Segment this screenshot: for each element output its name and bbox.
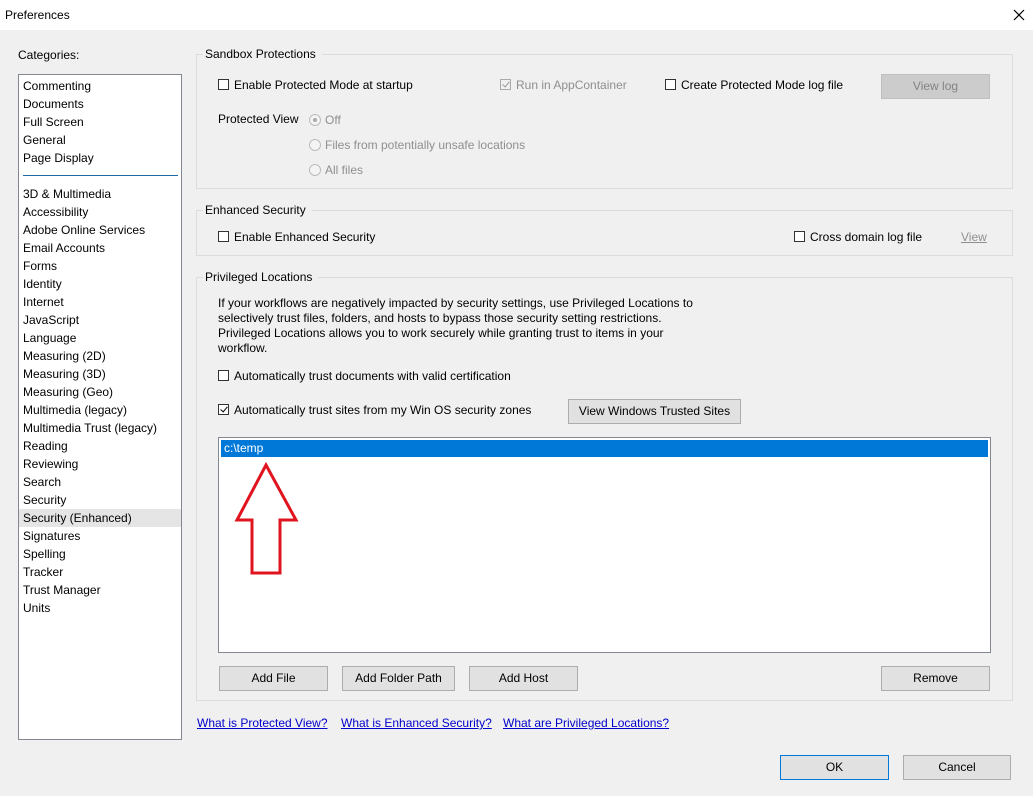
category-item[interactable]: Search [23,473,61,491]
red-arrow-annotation [234,462,299,575]
protected-mode-label[interactable]: Enable Protected Mode at startup [234,78,413,92]
category-item[interactable]: General [23,131,66,149]
category-item[interactable]: 3D & Multimedia [23,185,111,203]
category-item[interactable]: Signatures [23,527,80,545]
enhanced-security-checkbox[interactable] [218,231,229,242]
cross-domain-log-label[interactable]: Cross domain log file [810,230,922,244]
category-item[interactable]: Multimedia (legacy) [23,401,127,419]
protected-view-off-label: Off [325,113,341,127]
what-is-enhanced-security-link[interactable]: What is Enhanced Security? [341,716,492,730]
log-file-label[interactable]: Create Protected Mode log file [681,78,843,92]
location-item[interactable]: c:\temp [221,440,988,457]
category-item[interactable]: Full Screen [23,113,84,131]
privileged-locations-legend: Privileged Locations [203,270,319,284]
category-item[interactable]: Accessibility [23,203,88,221]
category-item[interactable]: Measuring (3D) [23,365,106,383]
category-item[interactable]: Identity [23,275,62,293]
categories-list[interactable]: Commenting Documents Full Screen General Pag… [18,74,182,740]
log-file-checkbox[interactable] [665,79,676,90]
protected-view-all-label: All files [325,163,364,177]
privileged-locations-description: If your workflows are negatively impacte… [218,296,693,355]
close-icon[interactable] [1010,6,1028,24]
add-host-button[interactable]: Add Host [469,666,578,691]
appcontainer-checkbox [500,79,511,90]
category-item[interactable]: Forms [23,257,57,275]
auto-trust-sites-checkbox[interactable] [218,404,229,415]
category-item[interactable]: JavaScript [23,311,79,329]
auto-trust-sites-label[interactable]: Automatically trust sites from my Win OS… [234,403,531,417]
category-item[interactable]: Spelling [23,545,66,563]
category-item[interactable]: Security [23,491,66,509]
view-windows-trusted-sites-button[interactable]: View Windows Trusted Sites [568,399,741,424]
protected-view-label: Protected View [218,112,299,126]
category-item[interactable]: Documents [23,95,84,113]
category-item[interactable]: Security (Enhanced) [19,509,181,527]
what-is-protected-view-link[interactable]: What is Protected View? [197,716,328,730]
ok-button[interactable]: OK [780,755,889,780]
category-item[interactable]: Multimedia Trust (legacy) [23,419,157,437]
title-bar: Preferences [0,0,1033,30]
category-item[interactable]: Page Display [23,149,94,167]
auto-trust-certification-label[interactable]: Automatically trust documents with valid… [234,369,511,383]
appcontainer-label: Run in AppContainer [516,78,627,92]
protected-view-off-radio [309,114,321,126]
protected-view-unsafe-label: Files from potentially unsafe locations [325,138,526,152]
category-item[interactable]: Commenting [23,77,91,95]
cross-domain-log-checkbox[interactable] [794,231,805,242]
view-log-button: View log [881,74,990,99]
category-item[interactable]: Reading [23,437,68,455]
category-item[interactable]: Email Accounts [23,239,105,257]
category-item[interactable]: Internet [23,293,64,311]
auto-trust-certification-checkbox[interactable] [218,370,229,381]
categories-separator [23,175,178,176]
cancel-button[interactable]: Cancel [903,755,1011,780]
category-item[interactable]: Measuring (2D) [23,347,106,365]
cross-domain-view-link: View [961,230,987,244]
add-file-button[interactable]: Add File [219,666,328,691]
category-item[interactable]: Measuring (Geo) [23,383,113,401]
categories-label: Categories: [18,48,80,62]
enhanced-security-label[interactable]: Enable Enhanced Security [234,230,375,244]
protected-view-all-radio [309,164,321,176]
enhanced-security-legend: Enhanced Security [203,203,312,217]
category-item[interactable]: Adobe Online Services [23,221,145,239]
sandbox-protections-legend: Sandbox Protections [203,47,322,61]
window-title: Preferences [5,8,70,22]
category-item[interactable]: Language [23,329,76,347]
category-item[interactable]: Trust Manager [23,581,101,599]
what-are-privileged-locations-link[interactable]: What are Privileged Locations? [503,716,669,730]
remove-button[interactable]: Remove [881,666,990,691]
category-item[interactable]: Units [23,599,50,617]
protected-view-unsafe-radio [309,139,321,151]
category-item[interactable]: Tracker [23,563,63,581]
protected-mode-checkbox[interactable] [218,79,229,90]
privileged-locations-list[interactable]: c:\temp [218,437,991,653]
category-item[interactable]: Reviewing [23,455,78,473]
add-folder-path-button[interactable]: Add Folder Path [342,666,455,691]
